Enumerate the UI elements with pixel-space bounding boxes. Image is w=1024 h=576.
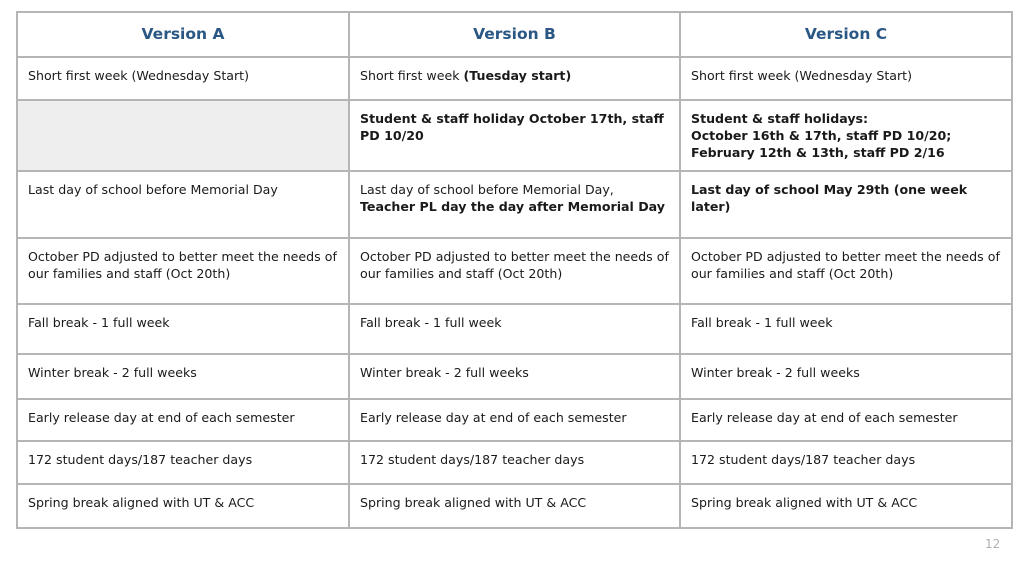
cell-c: October PD adjusted to better meet the n… xyxy=(679,237,1013,305)
table-row: Spring break aligned with UT & ACC Sprin… xyxy=(16,483,1013,529)
cell-a: October PD adjusted to better meet the n… xyxy=(16,237,350,305)
cell-c: Last day of school May 29th (one week la… xyxy=(679,170,1013,239)
cell-c: Short first week (Wednesday Start) xyxy=(679,56,1013,101)
cell-c: Winter break - 2 full weeks xyxy=(679,353,1013,400)
cell-a: Early release day at end of each semeste… xyxy=(16,398,350,442)
cell-b: Short first week (Tuesday start) xyxy=(348,56,681,101)
cell-b: Spring break aligned with UT & ACC xyxy=(348,483,681,529)
cell-b: Last day of school before Memorial Day, T… xyxy=(348,170,681,239)
table-row: Fall break - 1 full week Fall break - 1 … xyxy=(16,303,1013,355)
cell-b: Winter break - 2 full weeks xyxy=(348,353,681,400)
calendar-version-comparison-table: Version A Version B Version C Short firs… xyxy=(16,11,1013,529)
table-row: Last day of school before Memorial Day L… xyxy=(16,170,1013,239)
table-row: 172 student days/187 teacher days 172 st… xyxy=(16,440,1013,485)
table-row: Winter break - 2 full weeks Winter break… xyxy=(16,353,1013,400)
cell-a: Last day of school before Memorial Day xyxy=(16,170,350,239)
cell-b: Fall break - 1 full week xyxy=(348,303,681,355)
table-row: October PD adjusted to better meet the n… xyxy=(16,237,1013,305)
table-row: Early release day at end of each semeste… xyxy=(16,398,1013,442)
cell-a: 172 student days/187 teacher days xyxy=(16,440,350,485)
cell-a: Short first week (Wednesday Start) xyxy=(16,56,350,101)
cell-b: 172 student days/187 teacher days xyxy=(348,440,681,485)
cell-a: Spring break aligned with UT & ACC xyxy=(16,483,350,529)
page-number: 12 xyxy=(985,537,1001,551)
cell-c: 172 student days/187 teacher days xyxy=(679,440,1013,485)
cell-c: Fall break - 1 full week xyxy=(679,303,1013,355)
header-version-c: Version C xyxy=(679,11,1013,58)
cell-b: Early release day at end of each semeste… xyxy=(348,398,681,442)
header-version-a: Version A xyxy=(16,11,350,58)
header-version-b: Version B xyxy=(348,11,681,58)
cell-a-empty xyxy=(16,99,350,172)
cell-c: Early release day at end of each semeste… xyxy=(679,398,1013,442)
table-row: Student & staff holiday October 17th, st… xyxy=(16,99,1013,172)
cell-c: Spring break aligned with UT & ACC xyxy=(679,483,1013,529)
cell-a: Fall break - 1 full week xyxy=(16,303,350,355)
cell-b: Student & staff holiday October 17th, st… xyxy=(348,99,681,172)
cell-c: Student & staff holidays: October 16th & … xyxy=(679,99,1013,172)
table-row: Short first week (Wednesday Start) Short… xyxy=(16,56,1013,101)
cell-a: Winter break - 2 full weeks xyxy=(16,353,350,400)
cell-b: October PD adjusted to better meet the n… xyxy=(348,237,681,305)
header-row: Version A Version B Version C xyxy=(16,11,1013,58)
